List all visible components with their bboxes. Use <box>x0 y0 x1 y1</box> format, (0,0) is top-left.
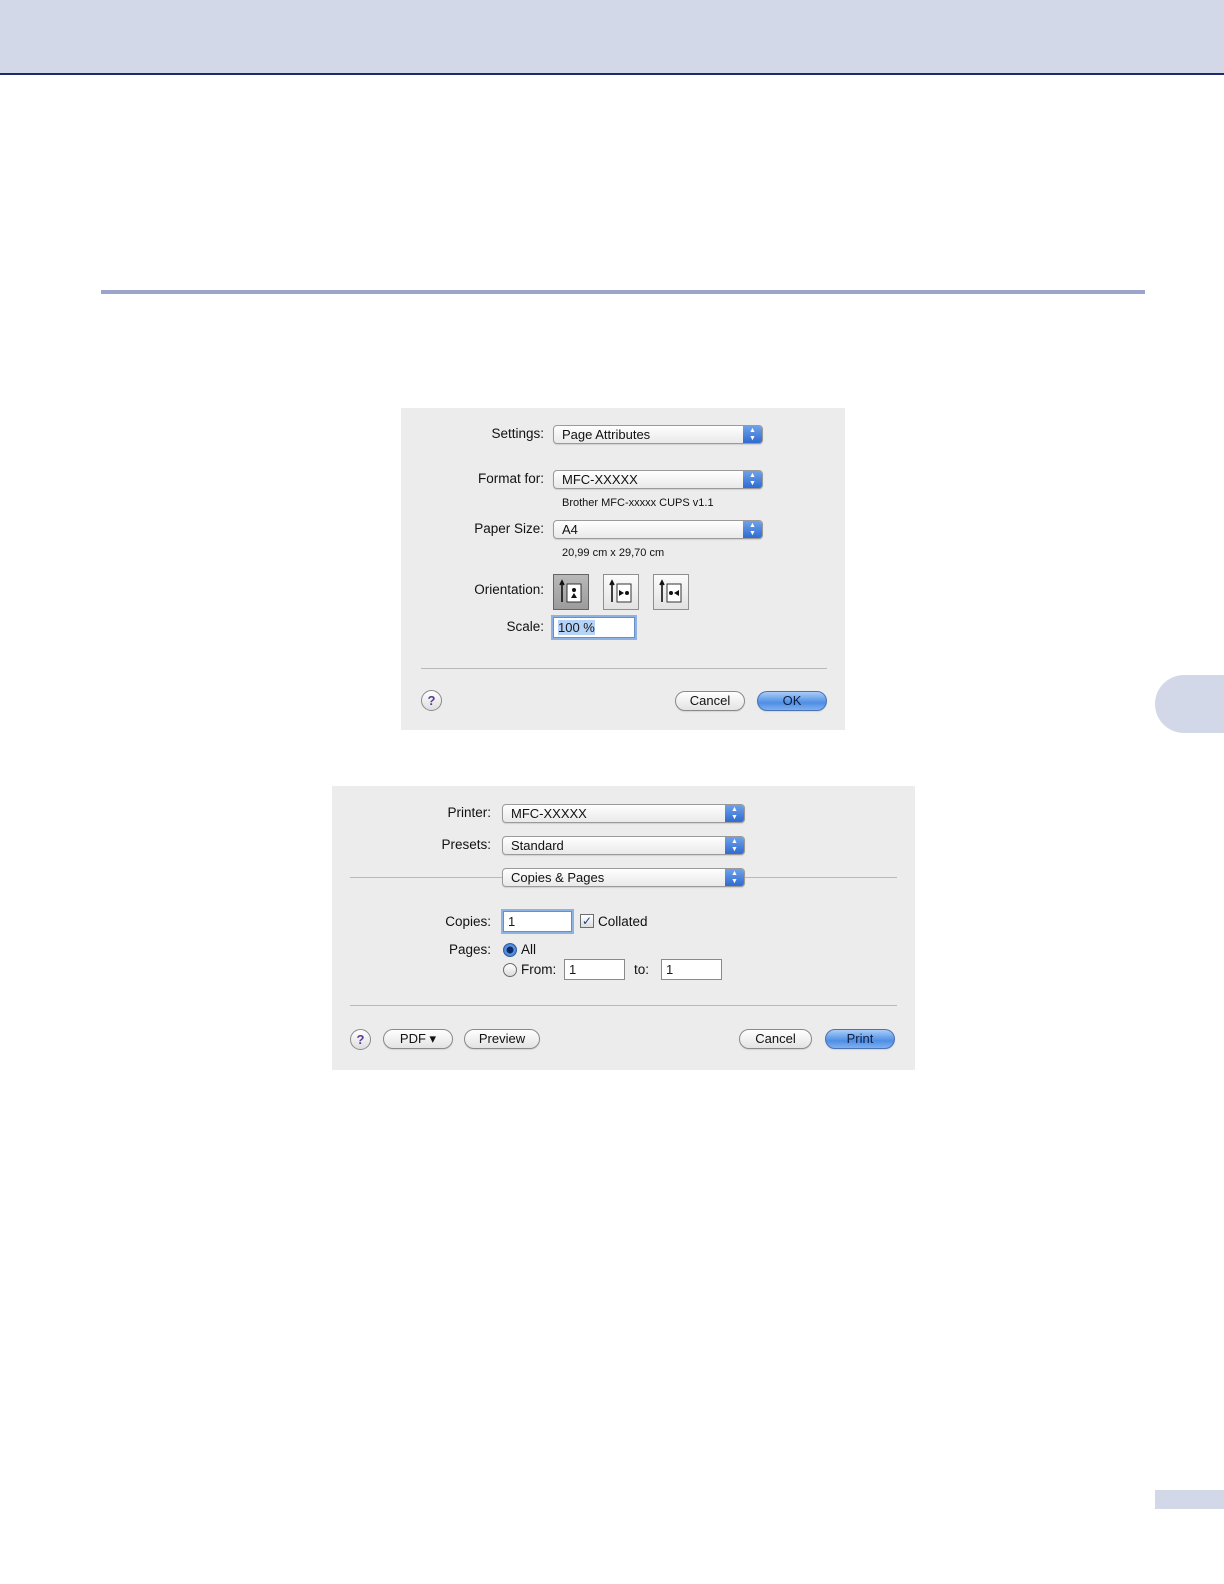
format-for-popup[interactable]: MFC-XXXXX ▲ ▼ <box>553 470 763 489</box>
printer-value: MFC-XXXXX <box>511 806 587 821</box>
paper-size-label: Paper Size: <box>474 521 544 536</box>
panel-separator-right <box>745 877 897 878</box>
page-setup-dialog: Settings: Page Attributes ▲ ▼ Format for:… <box>401 408 845 730</box>
panel-separator-left <box>350 877 502 878</box>
popup-arrows-icon: ▲ ▼ <box>743 521 762 538</box>
pages-from-label: From: <box>521 962 557 977</box>
help-button[interactable]: ? <box>421 690 442 711</box>
orientation-landscape-right-button[interactable] <box>653 574 689 610</box>
section-rule <box>101 290 1145 294</box>
settings-value: Page Attributes <box>562 427 651 442</box>
page-number-tab <box>1155 1490 1224 1509</box>
pages-all-radio[interactable] <box>503 943 517 957</box>
popup-arrows-icon: ▲ ▼ <box>725 869 744 886</box>
paper-dimensions-info: 20,99 cm x 29,70 cm <box>562 547 665 559</box>
pages-from-radio[interactable] <box>503 963 517 977</box>
orientation-label: Orientation: <box>474 582 544 597</box>
panel-popup[interactable]: Copies & Pages ▲ ▼ <box>502 868 745 887</box>
pages-to-label: to: <box>634 962 650 977</box>
preview-button[interactable]: Preview <box>464 1029 540 1049</box>
popup-arrows-icon: ▲ ▼ <box>725 805 744 822</box>
orientation-portrait-button[interactable] <box>553 574 589 610</box>
scale-value: 100 % <box>558 620 595 635</box>
copies-input[interactable]: 1 <box>503 911 572 932</box>
collated-checkbox[interactable]: ✓ <box>580 914 594 928</box>
pages-from-input[interactable]: 1 <box>564 959 625 980</box>
dialog-separator <box>350 1005 897 1006</box>
ok-button[interactable]: OK <box>757 691 827 711</box>
paper-size-popup[interactable]: A4 ▲ ▼ <box>553 520 763 539</box>
presets-value: Standard <box>511 838 564 853</box>
dialog-separator <box>421 668 827 669</box>
scale-label: Scale: <box>506 619 544 634</box>
paper-size-value: A4 <box>562 522 578 537</box>
panel-value: Copies & Pages <box>511 870 605 885</box>
format-for-label: Format for: <box>477 471 544 486</box>
portrait-icon <box>559 579 582 603</box>
pages-all-label: All <box>521 942 537 957</box>
presets-popup[interactable]: Standard ▲ ▼ <box>502 836 745 855</box>
orientation-landscape-left-button[interactable] <box>603 574 639 610</box>
print-button[interactable]: Print <box>825 1029 895 1049</box>
printer-popup[interactable]: MFC-XXXXX ▲ ▼ <box>502 804 745 823</box>
printer-label: Printer: <box>447 805 491 820</box>
copies-label: Copies: <box>445 914 491 929</box>
popup-arrows-icon: ▲ ▼ <box>743 471 762 488</box>
landscape-right-icon <box>659 579 682 603</box>
pages-to-input[interactable]: 1 <box>661 959 722 980</box>
page-header-band <box>0 0 1224 75</box>
landscape-left-icon <box>609 579 632 603</box>
print-dialog: Printer: MFC-XXXXX ▲ ▼ Presets: Standard … <box>332 786 915 1070</box>
settings-label: Settings: <box>491 426 544 441</box>
format-for-value: MFC-XXXXX <box>562 472 638 487</box>
cancel-button[interactable]: Cancel <box>675 691 745 711</box>
scale-input[interactable]: 100 % <box>553 617 635 638</box>
settings-popup[interactable]: Page Attributes ▲ ▼ <box>553 425 763 444</box>
printer-driver-info: Brother MFC-xxxxx CUPS v1.1 <box>562 497 714 509</box>
presets-label: Presets: <box>441 837 491 852</box>
pages-label: Pages: <box>448 942 491 957</box>
chapter-side-tab <box>1155 675 1224 733</box>
collated-label: Collated <box>598 914 648 929</box>
pdf-menu-button[interactable]: PDF ▾ <box>383 1029 453 1049</box>
help-button[interactable]: ? <box>350 1029 371 1050</box>
popup-arrows-icon: ▲ ▼ <box>743 426 762 443</box>
cancel-button[interactable]: Cancel <box>739 1029 812 1049</box>
popup-arrows-icon: ▲ ▼ <box>725 837 744 854</box>
